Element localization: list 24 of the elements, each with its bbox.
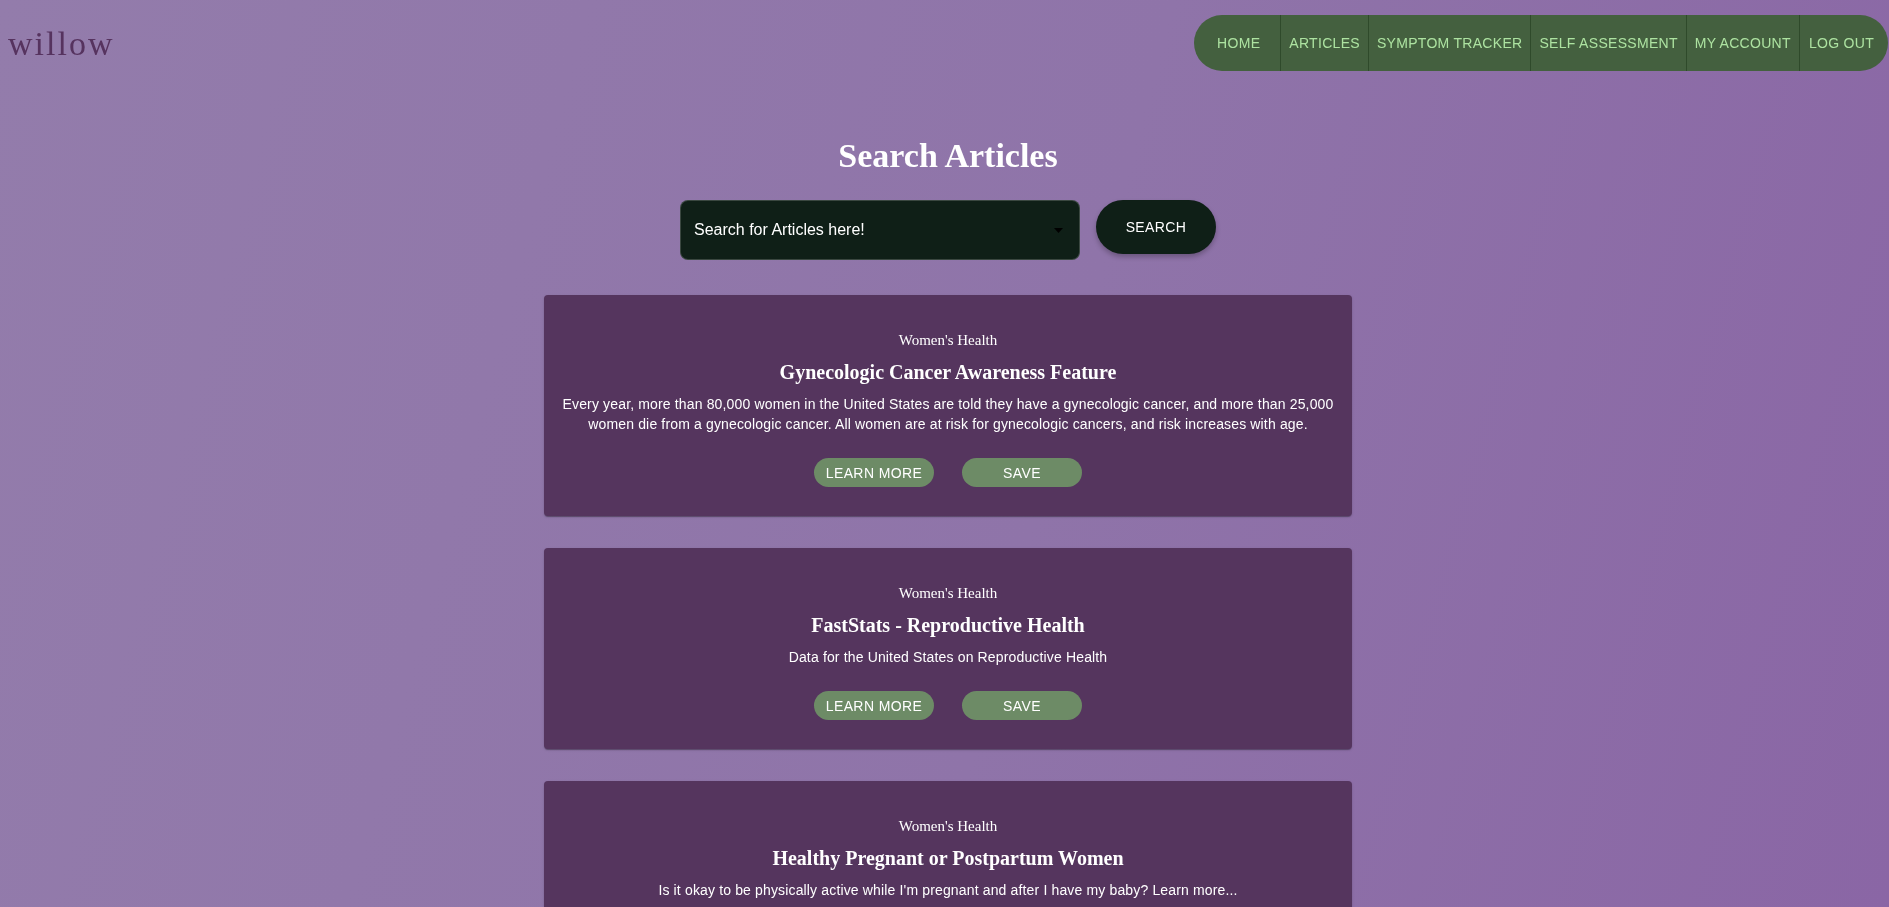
save-button[interactable]: SAVE — [962, 691, 1082, 720]
article-title: Gynecologic Cancer Awareness Feature — [779, 360, 1117, 384]
nav-link[interactable]: LOG OUT — [1798, 15, 1888, 71]
learn-more-button[interactable]: LEARN MORE — [814, 691, 934, 720]
nav-link[interactable]: SYMPTOM TRACKER — [1367, 15, 1531, 71]
article-description: Data for the United States on Reproductive Health — [788, 648, 1108, 667]
article-title: FastStats - Reproductive Health — [811, 613, 1085, 637]
nav-link[interactable]: MY ACCOUNT — [1685, 15, 1799, 71]
article-description: Every year, more than 80,000 women in the United States are told they have a gynecologic cancer, and more than 25,000 women die from a gynecologic cancer. All women are at risk for gynecologic cancers, and risk increases with age. — [561, 395, 1335, 434]
nav-link[interactable]: SELF ASSESSMENT — [1530, 15, 1686, 71]
search-field[interactable]: Search for Articles here! — [680, 200, 1080, 260]
article-category: Women's Health — [898, 817, 998, 835]
page-title: Search Articles — [838, 136, 1058, 176]
article-category: Women's Health — [898, 584, 998, 602]
save-button[interactable]: SAVE — [962, 458, 1082, 487]
caret-down-icon — [1054, 228, 1063, 233]
logo: willow — [8, 24, 115, 64]
article-description: Is it okay to be physically active while I'm pregnant and after I have my baby? Learn more... — [658, 881, 1238, 900]
article-title: Healthy Pregnant or Postpartum Women — [772, 846, 1124, 870]
nav-link[interactable]: ARTICLES — [1280, 15, 1368, 71]
learn-more-button[interactable]: LEARN MORE — [814, 458, 934, 487]
search-button[interactable]: SEARCH — [1096, 200, 1216, 254]
article-category: Women's Health — [898, 331, 998, 349]
nav-link[interactable]: HOME — [1194, 15, 1281, 71]
